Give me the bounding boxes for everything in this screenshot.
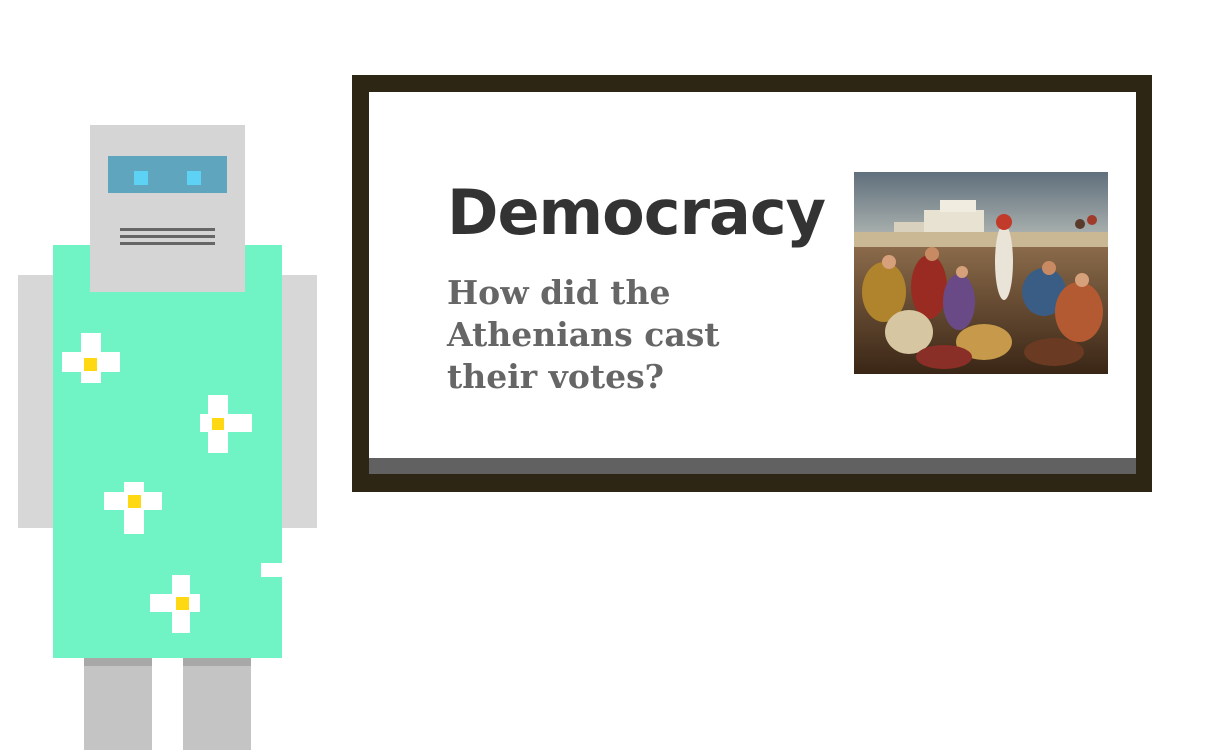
robot-mouth-grille [120, 235, 215, 238]
robot-left-leg-shadow [84, 658, 152, 666]
robot-left-eye [134, 171, 148, 185]
robot-mouth-grille [120, 228, 215, 231]
painting-icon [854, 172, 1108, 374]
robot-right-eye [187, 171, 201, 185]
flower-icon [261, 563, 282, 577]
board-bottom-bar [369, 458, 1136, 474]
slide-title: Democracy [447, 176, 826, 249]
robot-right-leg-shadow [183, 658, 251, 666]
robot-right-leg [183, 658, 251, 750]
robot-left-leg [84, 658, 152, 750]
slide-subtitle: How did the Athenians cast their votes? [447, 273, 720, 396]
robot-mouth-grille [120, 242, 215, 245]
robot-head [90, 125, 245, 292]
robot-visor [108, 156, 227, 193]
robot-left-arm [18, 275, 54, 528]
robot-right-arm [282, 275, 317, 528]
